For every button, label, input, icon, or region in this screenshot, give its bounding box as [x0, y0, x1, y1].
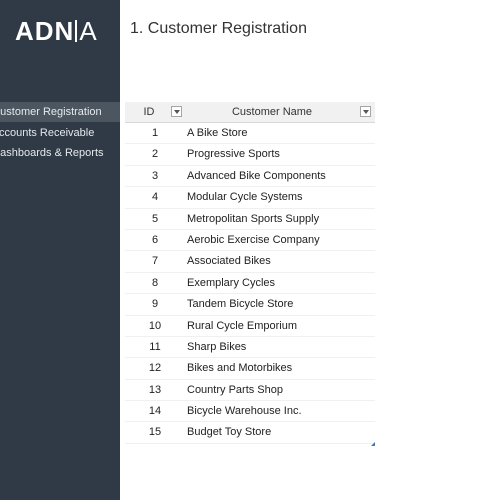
sidebar-item-label: 1. Customer Registration: [0, 106, 102, 118]
cell-customer-name: Bikes and Motorbikes: [187, 362, 293, 375]
cell-customer-name: A Bike Store: [187, 127, 248, 139]
table-row[interactable]: 8 Exemplary Cycles: [125, 273, 375, 295]
customer-table: ID Customer Name 1 A Bike Store 2 Progressi…: [125, 102, 375, 446]
logo-divider: [75, 20, 78, 42]
table-row[interactable]: 13 Country Parts Shop: [125, 380, 375, 402]
cell-id: 10: [148, 319, 162, 332]
cell-id: 5: [151, 212, 159, 225]
table-row[interactable]: 3 Advanced Bike Components: [125, 166, 375, 188]
cell-id: 6: [151, 233, 159, 246]
logo-text-right: A: [79, 16, 98, 46]
sidebar-item-label: 2. Accounts Receivable: [0, 126, 95, 139]
cell-id: 3: [151, 169, 159, 182]
table-row[interactable]: 10 Rural Cycle Emporium: [125, 316, 375, 337]
column-header-customer-name-label: Customer Name: [231, 106, 313, 118]
cell-id: 7: [151, 255, 159, 268]
cell-customer-name: Aerobic Exercise Company: [187, 233, 320, 246]
page-title: 1. Customer Registration: [130, 20, 307, 37]
cell-customer-name: Modular Cycle Systems: [187, 191, 303, 204]
sidebar-nav: 1. Customer Registration 2. Accounts Rece…: [0, 102, 120, 164]
table-row[interactable]: 4 Modular Cycle Systems: [125, 187, 375, 209]
sidebar-item-1[interactable]: 1. Customer Registration: [0, 102, 120, 122]
table-row[interactable]: 9 Tandem Bicycle Store: [125, 294, 375, 316]
cell-customer-name: Sharp Bikes: [187, 340, 247, 353]
table-row[interactable]: 5 Metropolitan Sports Supply: [125, 209, 375, 230]
column-header-customer-name[interactable]: Customer Name: [185, 102, 359, 122]
table-row[interactable]: 15 Budget Toy Store: [125, 422, 375, 444]
sidebar-item-2[interactable]: 2. Accounts Receivable: [0, 123, 120, 143]
sidebar-item-3[interactable]: 3. Dashboards & Reports: [0, 143, 120, 163]
cell-customer-name: Bicycle Warehouse Inc.: [187, 405, 302, 418]
cell-id: 11: [149, 340, 161, 353]
cell-id: 15: [148, 426, 162, 439]
cell-customer-name: Exemplary Cycles: [187, 276, 276, 289]
column-header-id-label: ID: [143, 106, 155, 118]
table-row[interactable]: 12 Bikes and Motorbikes: [125, 358, 375, 380]
table-row[interactable]: 14 Bicycle Warehouse Inc.: [125, 401, 375, 423]
table-row[interactable]: 1 A Bike Store: [125, 123, 375, 145]
cell-id: 1: [151, 127, 159, 139]
sidebar-item-label: 3. Dashboards & Reports: [0, 147, 104, 160]
cell-customer-name: Advanced Bike Components: [187, 169, 326, 182]
cell-id: 8: [151, 276, 159, 289]
table-body: 1 A Bike Store 2 Progressive Sports 3 Advance…: [125, 123, 375, 444]
cell-customer-name: Country Parts Shop: [187, 383, 283, 396]
cell-id: 13: [148, 383, 162, 396]
filter-dropdown-customer-name-icon[interactable]: [360, 106, 371, 117]
cell-customer-name: Associated Bikes: [187, 255, 271, 268]
filter-dropdown-id-icon[interactable]: [171, 106, 182, 117]
adnia-logo: ADN A: [15, 16, 98, 47]
table-row[interactable]: 11 Sharp Bikes: [125, 337, 375, 359]
cell-id: 4: [151, 191, 159, 204]
table-header: ID Customer Name: [125, 102, 375, 123]
logo-text-left: ADN: [15, 16, 75, 46]
table-row[interactable]: 6 Aerobic Exercise Company: [125, 230, 375, 252]
sidebar: ADNA 1. Customer Registration 2. Accounts…: [0, 0, 120, 500]
cell-id: 2: [151, 148, 159, 161]
cell-customer-name: Rural Cycle Emporium: [187, 319, 298, 332]
table-row[interactable]: 7 Associated Bikes: [125, 251, 375, 273]
cell-id: 9: [151, 298, 159, 311]
cell-customer-name: Progressive Sports: [187, 148, 280, 161]
table-resize-handle[interactable]: [371, 441, 375, 446]
cell-id: 12: [148, 362, 162, 375]
cell-customer-name: Tandem Bicycle Store: [187, 298, 294, 311]
table-row[interactable]: 2 Progressive Sports: [125, 144, 375, 166]
cell-id: 14: [148, 405, 162, 418]
cell-customer-name: Metropolitan Sports Supply: [187, 212, 320, 225]
cell-customer-name: Budget Toy Store: [187, 426, 272, 439]
